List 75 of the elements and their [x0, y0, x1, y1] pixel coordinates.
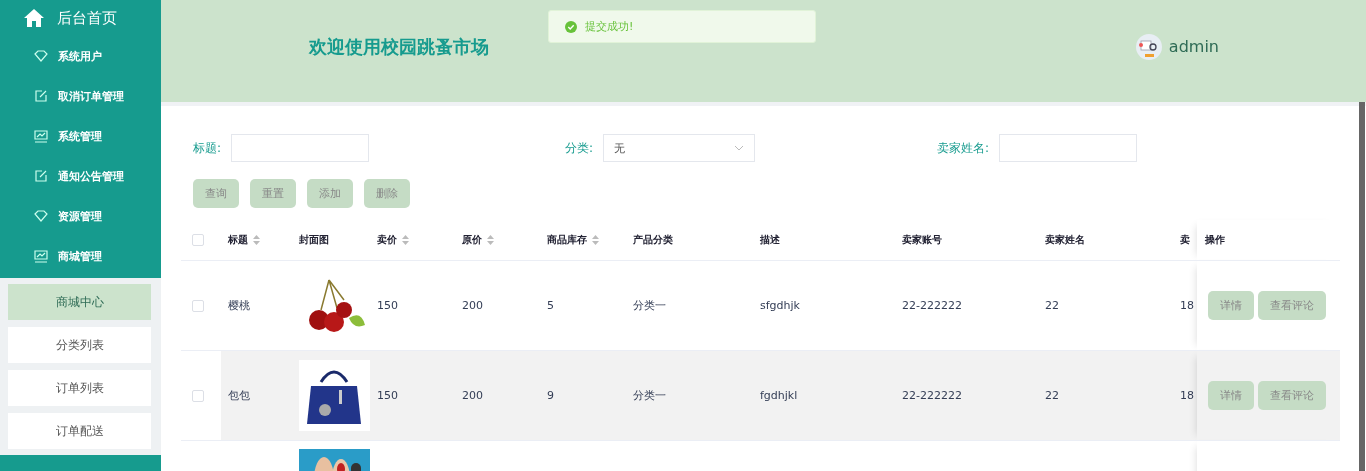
- table-cell: 分类一: [633, 389, 666, 402]
- table-cell: 22: [1045, 299, 1059, 312]
- field-label: 分类:: [565, 139, 594, 157]
- field-label: 卖家姓名:: [937, 139, 990, 157]
- column-header: 产品分类: [633, 233, 673, 247]
- submenu-item[interactable]: 订单列表: [8, 370, 151, 406]
- chart-icon: [34, 129, 48, 143]
- submenu-item[interactable]: 分类列表: [8, 327, 151, 363]
- submenu-item[interactable]: 订单配送: [8, 413, 151, 449]
- menu-item[interactable]: 系统用户: [0, 36, 161, 76]
- check-icon: [565, 20, 577, 33]
- sort-icon[interactable]: [592, 235, 599, 245]
- menu-item[interactable]: 系统管理: [0, 116, 161, 156]
- checkbox[interactable]: [192, 390, 204, 402]
- home-link[interactable]: 后台首页: [57, 8, 117, 28]
- sort-icon[interactable]: [487, 235, 494, 245]
- table-cell: 18: [1180, 389, 1194, 402]
- column-header: 操作: [1205, 233, 1225, 247]
- action-button[interactable]: 查询: [193, 179, 239, 208]
- chevron-down-icon: [734, 145, 745, 151]
- menu-item[interactable]: 商城管理: [0, 236, 161, 276]
- sort-icon[interactable]: [253, 235, 260, 245]
- table-cell: 22-222222: [902, 299, 962, 312]
- row-action-button[interactable]: 查看评论: [1258, 381, 1326, 410]
- table-cell: 150: [377, 299, 398, 312]
- menu-item[interactable]: 资源管理: [0, 196, 161, 236]
- menu-item[interactable]: 取消订单管理: [0, 76, 161, 116]
- input-field[interactable]: [999, 134, 1138, 162]
- table-cell: sfgdhjk: [760, 299, 800, 312]
- column-header: 卖: [1180, 233, 1190, 247]
- action-button[interactable]: 删除: [364, 179, 410, 208]
- column-header: 标题: [228, 233, 248, 247]
- chart-icon: [34, 249, 48, 263]
- column-header: 描述: [760, 233, 780, 247]
- table-cell: 22-222222: [902, 389, 962, 402]
- sort-icon[interactable]: [402, 235, 409, 245]
- diamond-icon: [34, 50, 48, 62]
- table-cell: fgdhjkl: [760, 389, 798, 402]
- edit-icon: [34, 169, 48, 183]
- edit-icon: [34, 89, 48, 103]
- scrollbar[interactable]: [1359, 102, 1365, 471]
- toast-message: 提交成功!: [585, 19, 634, 34]
- table-cell: 9: [547, 389, 554, 402]
- table-cell: 樱桃: [228, 299, 250, 312]
- table-cell: 18: [1180, 299, 1194, 312]
- checkbox[interactable]: [192, 300, 204, 312]
- action-button[interactable]: 添加: [307, 179, 353, 208]
- input-field[interactable]: [231, 134, 370, 162]
- checkbox[interactable]: [192, 234, 204, 246]
- table-cell: 150: [377, 389, 398, 402]
- diamond-icon: [34, 210, 48, 222]
- column-header: 卖家姓名: [1045, 233, 1085, 247]
- column-header: 原价: [462, 233, 482, 247]
- menu-item[interactable]: 通知公告管理: [0, 156, 161, 196]
- row-action-button[interactable]: 详情: [1208, 291, 1254, 320]
- table-cell: 分类一: [633, 299, 666, 312]
- action-button[interactable]: 重置: [250, 179, 296, 208]
- username[interactable]: admin: [1168, 37, 1219, 56]
- table-cell: 5: [547, 299, 554, 312]
- column-header: 封面图: [299, 233, 329, 247]
- submenu-item[interactable]: 商城中心: [8, 284, 151, 320]
- avatar[interactable]: [1135, 33, 1162, 60]
- row-action-button[interactable]: 详情: [1208, 381, 1254, 410]
- welcome-title: 欢迎使用校园跳蚤市场: [309, 35, 489, 59]
- table-cell: 200: [462, 299, 483, 312]
- column-header: 商品库存: [547, 233, 587, 247]
- field-label: 标题:: [193, 139, 222, 157]
- table-cell: 200: [462, 389, 483, 402]
- column-header: 卖家账号: [902, 233, 942, 247]
- column-header: 卖价: [377, 233, 397, 247]
- table-cell: 22: [1045, 389, 1059, 402]
- home-icon: [23, 8, 45, 28]
- row-action-button[interactable]: 查看评论: [1258, 291, 1326, 320]
- category-select[interactable]: 无: [603, 134, 756, 162]
- table-cell: 包包: [228, 389, 250, 402]
